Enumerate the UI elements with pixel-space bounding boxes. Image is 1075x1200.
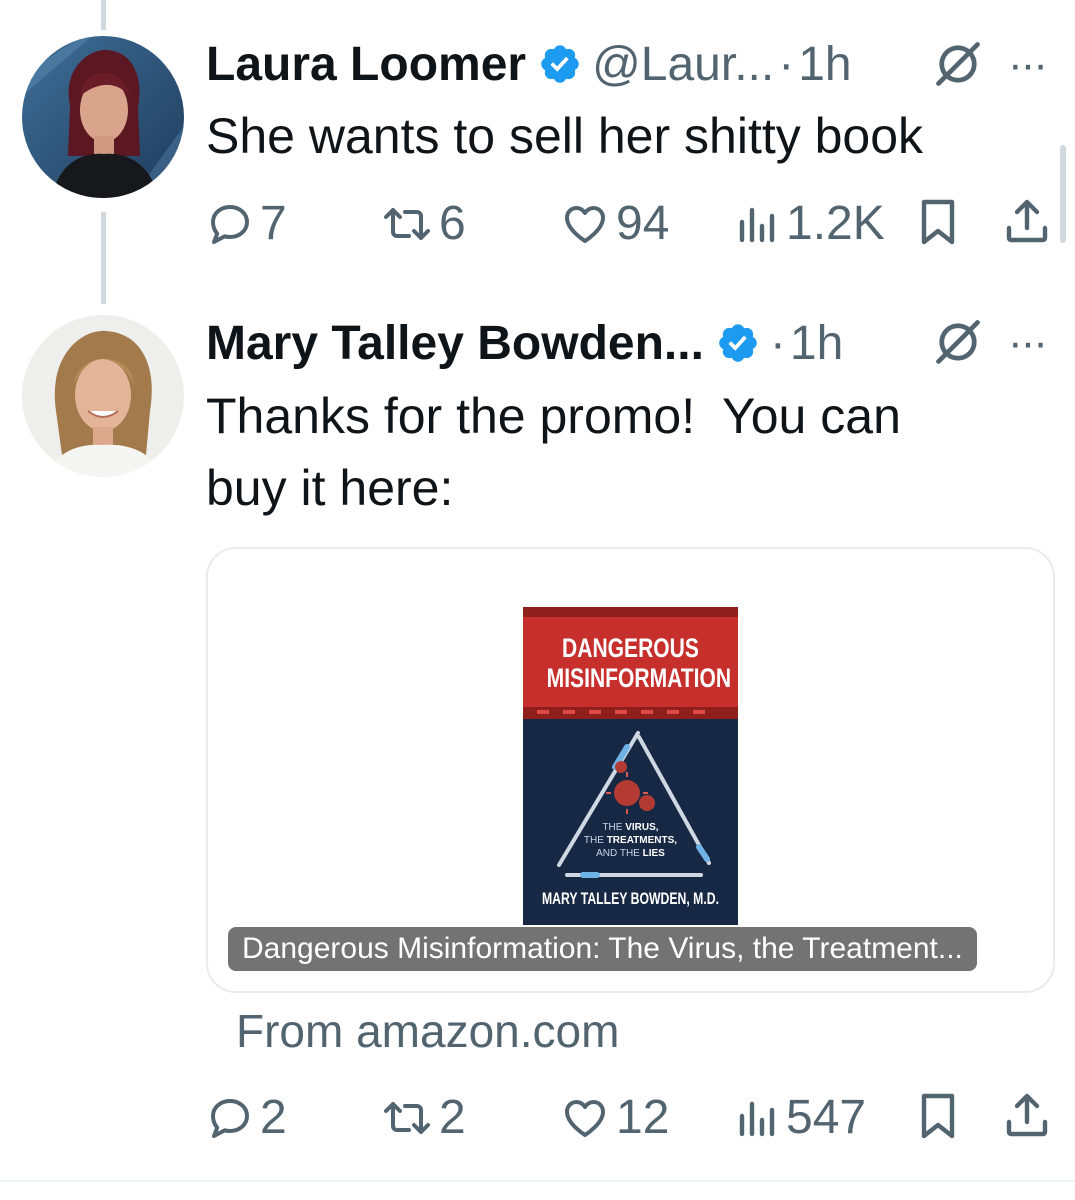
link-source[interactable]: From amazon.com	[236, 1004, 619, 1058]
book-title-line-1: DANGEROUS	[562, 633, 699, 663]
share-button[interactable]	[1002, 196, 1052, 248]
author-name[interactable]: Mary Talley Bowden...	[206, 316, 704, 371]
bookmark-button[interactable]	[914, 1090, 962, 1142]
more-icon[interactable]: ···	[1008, 40, 1048, 90]
author-name[interactable]: Laura Loomer	[206, 37, 526, 92]
book-subtitle: THE VIRUS, THE TREATMENTS, AND THE LIES	[523, 821, 738, 860]
verified-badge-icon	[541, 45, 579, 83]
like-button[interactable]: 94	[560, 196, 669, 251]
grok-icon[interactable]	[932, 316, 984, 368]
tweet-1-header: Laura Loomer @Laur... · 1h	[206, 36, 852, 92]
views-icon	[739, 207, 775, 242]
book-cover-image: DANGEROUS MISINFORMATION THE VIRUS, THE …	[523, 607, 738, 925]
author-handle[interactable]: @Laur...	[592, 37, 774, 92]
divider	[0, 1180, 1075, 1182]
tweet-2-text-line-1: Thanks for the promo! You can	[206, 388, 901, 444]
link-card-caption: Dangerous Misinformation: The Virus, the…	[228, 927, 977, 971]
grok-icon[interactable]	[932, 38, 984, 90]
views-icon	[739, 1101, 775, 1136]
tweet-1-text: She wants to sell her shitty book	[206, 108, 924, 164]
bookmark-button[interactable]	[914, 196, 962, 248]
reply-count: 2	[260, 1091, 287, 1144]
reply-button[interactable]: 2	[206, 1090, 287, 1145]
avatar-laura-loomer[interactable]	[22, 36, 184, 198]
book-subtitle-2a: THE	[583, 835, 607, 846]
like-icon	[565, 1099, 605, 1137]
repost-button[interactable]: 2	[381, 1090, 466, 1145]
bookmark-icon	[921, 1093, 955, 1139]
share-button[interactable]	[1002, 1090, 1052, 1142]
like-count: 12	[616, 1091, 670, 1144]
like-count: 94	[616, 197, 670, 250]
reply-count: 7	[260, 197, 287, 250]
tweet-1-actions: 7 6 94 1.2K	[206, 196, 1056, 256]
share-icon	[1006, 1093, 1048, 1137]
more-icon[interactable]: ···	[1008, 318, 1048, 368]
book-subtitle-3a: AND THE	[596, 848, 643, 859]
book-subtitle-1b: VIRUS,	[625, 822, 659, 833]
repost-icon	[384, 207, 430, 240]
reply-icon	[211, 1098, 249, 1138]
views-button[interactable]: 547	[736, 1090, 866, 1145]
repost-count: 6	[439, 197, 466, 250]
views-count: 1.2K	[786, 197, 885, 250]
book-title-line-2: MISINFORMATION	[546, 663, 732, 693]
book-subtitle-3b: LIES	[642, 848, 665, 859]
bookmark-icon	[921, 199, 955, 245]
book-subtitle-1a: THE	[602, 822, 626, 833]
repost-icon	[384, 1101, 430, 1134]
like-icon	[565, 205, 605, 243]
timestamp[interactable]: 1h	[790, 316, 843, 371]
share-icon	[1006, 199, 1048, 243]
reply-button[interactable]: 7	[206, 196, 287, 251]
thread-line-middle	[101, 212, 106, 304]
thread-line-top	[101, 0, 106, 30]
views-button[interactable]: 1.2K	[736, 196, 885, 251]
views-count: 547	[786, 1091, 867, 1144]
book-author: MARY TALLEY BOWDEN, M.D.	[541, 889, 720, 908]
repost-button[interactable]: 6	[381, 196, 466, 251]
timestamp[interactable]: 1h	[798, 37, 851, 92]
scrollbar[interactable]	[1060, 145, 1066, 243]
separator-dot: ·	[778, 37, 795, 91]
tweet-2-actions: 2 2 12 547	[206, 1090, 1056, 1150]
tweet-2-header: Mary Talley Bowden... · 1h	[206, 315, 843, 371]
reply-icon	[211, 204, 249, 244]
book-title: DANGEROUS MISINFORMATION	[546, 633, 732, 693]
like-button[interactable]: 12	[560, 1090, 669, 1145]
avatar-mary-talley-bowden[interactable]	[22, 315, 184, 477]
separator-dot: ·	[769, 316, 786, 370]
verified-badge-icon	[719, 324, 757, 362]
tweet-2-text-line-2: buy it here:	[206, 460, 454, 516]
link-card[interactable]: DANGEROUS MISINFORMATION THE VIRUS, THE …	[206, 547, 1055, 993]
book-subtitle-2b: TREATMENTS,	[606, 835, 678, 846]
repost-count: 2	[439, 1091, 466, 1144]
